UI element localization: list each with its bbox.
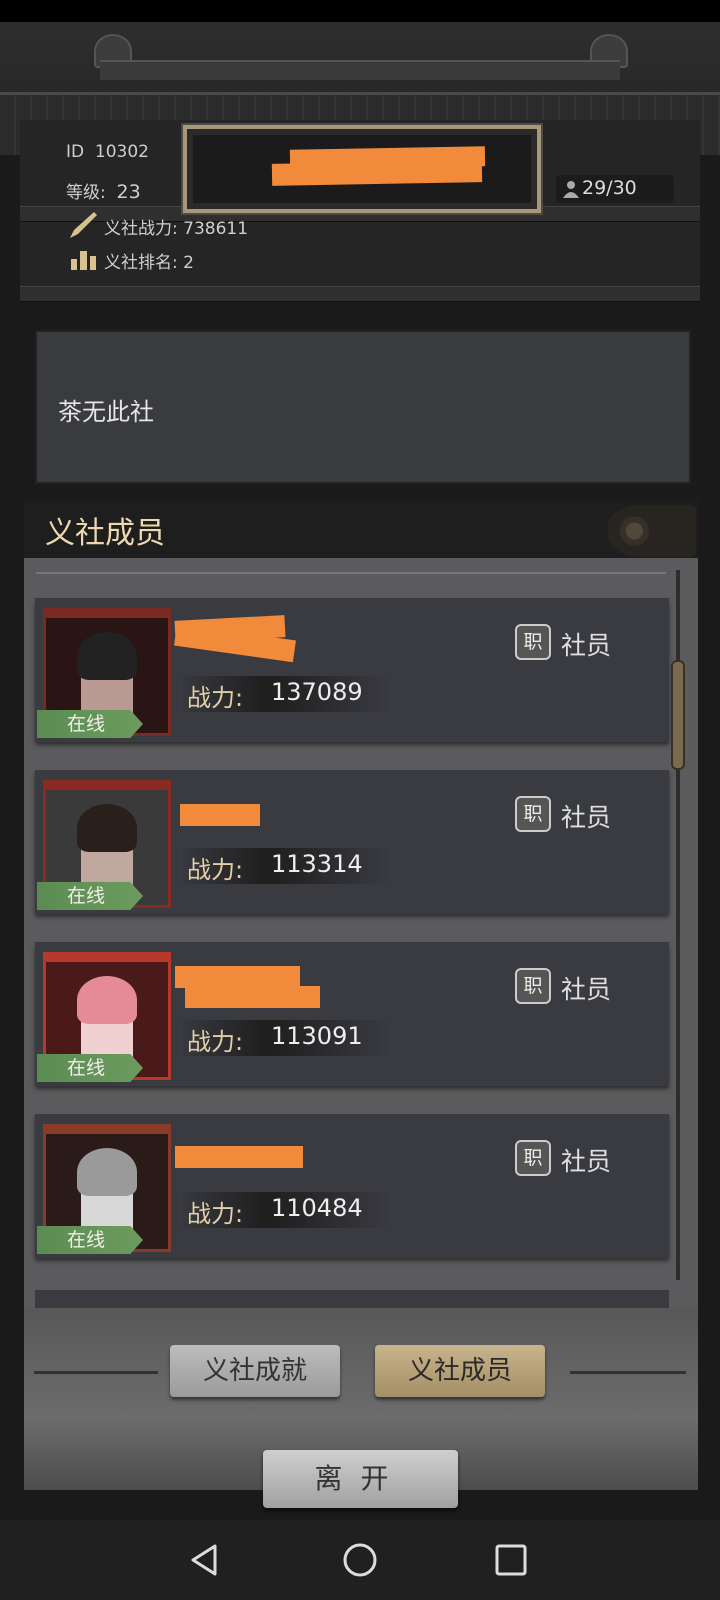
member-power-value: 113314 bbox=[271, 850, 363, 878]
member-power-value: 137089 bbox=[271, 678, 363, 706]
member-name-redaction bbox=[185, 986, 320, 1008]
role-icon: 职 bbox=[515, 796, 551, 832]
recents-square-icon[interactable] bbox=[493, 1542, 529, 1578]
member-count-value: 29/30 bbox=[582, 177, 637, 199]
member-power-label: 战力: bbox=[187, 684, 244, 712]
tab-members[interactable]: 义社成员 bbox=[375, 1345, 545, 1397]
guild-power: 义社战力: 738611 bbox=[104, 219, 249, 239]
divider bbox=[570, 1371, 686, 1374]
member-card[interactable]: 在线 战力: 137089 职 社员 bbox=[35, 598, 669, 742]
back-triangle-icon[interactable] bbox=[187, 1542, 223, 1578]
divider bbox=[36, 572, 666, 574]
online-status-badge: 在线 bbox=[37, 882, 143, 910]
guild-name-redaction bbox=[271, 160, 483, 186]
wood-beam bbox=[20, 286, 700, 302]
status-bar bbox=[0, 0, 720, 22]
guild-notice-text: 茶无此社 bbox=[58, 398, 154, 426]
member-name-redaction bbox=[175, 1146, 303, 1168]
bar-chart-icon bbox=[71, 251, 96, 270]
member-power-label: 战力: bbox=[187, 1028, 244, 1056]
member-card[interactable]: 在线 战力: 110484 职 社员 bbox=[35, 1114, 669, 1258]
member-power-value: 110484 bbox=[271, 1194, 363, 1222]
member-power-label: 战力: bbox=[187, 1200, 244, 1228]
role-icon: 职 bbox=[515, 968, 551, 1004]
member-power-label: 战力: bbox=[187, 856, 244, 884]
brush-sword-icon bbox=[70, 212, 97, 238]
member-name-redaction bbox=[180, 804, 260, 826]
members-section-title: 义社成员 bbox=[45, 516, 165, 551]
member-count: 29/30 bbox=[556, 175, 674, 203]
online-status-badge: 在线 bbox=[37, 1226, 143, 1254]
member-role: 社员 bbox=[561, 975, 612, 1004]
member-role: 社员 bbox=[561, 631, 612, 660]
member-role: 社员 bbox=[561, 1147, 612, 1176]
member-power-value: 113091 bbox=[271, 1022, 363, 1050]
member-card-partial[interactable] bbox=[35, 1290, 669, 1308]
home-circle-icon[interactable] bbox=[342, 1542, 378, 1578]
member-card[interactable]: 在线 战力: 113314 职 社员 bbox=[35, 770, 669, 914]
role-icon: 职 bbox=[515, 1140, 551, 1176]
leave-button[interactable]: 离开 bbox=[263, 1450, 458, 1508]
guild-level: 等级: 23 bbox=[66, 181, 141, 203]
divider bbox=[34, 1371, 158, 1374]
online-status-badge: 在线 bbox=[37, 710, 143, 738]
roof-ridge bbox=[100, 60, 620, 80]
member-card[interactable]: 在线 战力: 113091 职 社员 bbox=[35, 942, 669, 1086]
person-icon bbox=[563, 181, 579, 198]
member-name-redaction bbox=[175, 966, 300, 988]
guild-id: ID 10302 bbox=[66, 142, 150, 162]
cloud-ornament bbox=[608, 505, 696, 557]
role-icon: 职 bbox=[515, 624, 551, 660]
tab-achievement[interactable]: 义社成就 bbox=[170, 1345, 340, 1397]
scrollbar-thumb[interactable] bbox=[671, 660, 685, 770]
online-status-badge: 在线 bbox=[37, 1054, 143, 1082]
guild-rank: 义社排名: 2 bbox=[104, 253, 194, 273]
member-role: 社员 bbox=[561, 803, 612, 832]
